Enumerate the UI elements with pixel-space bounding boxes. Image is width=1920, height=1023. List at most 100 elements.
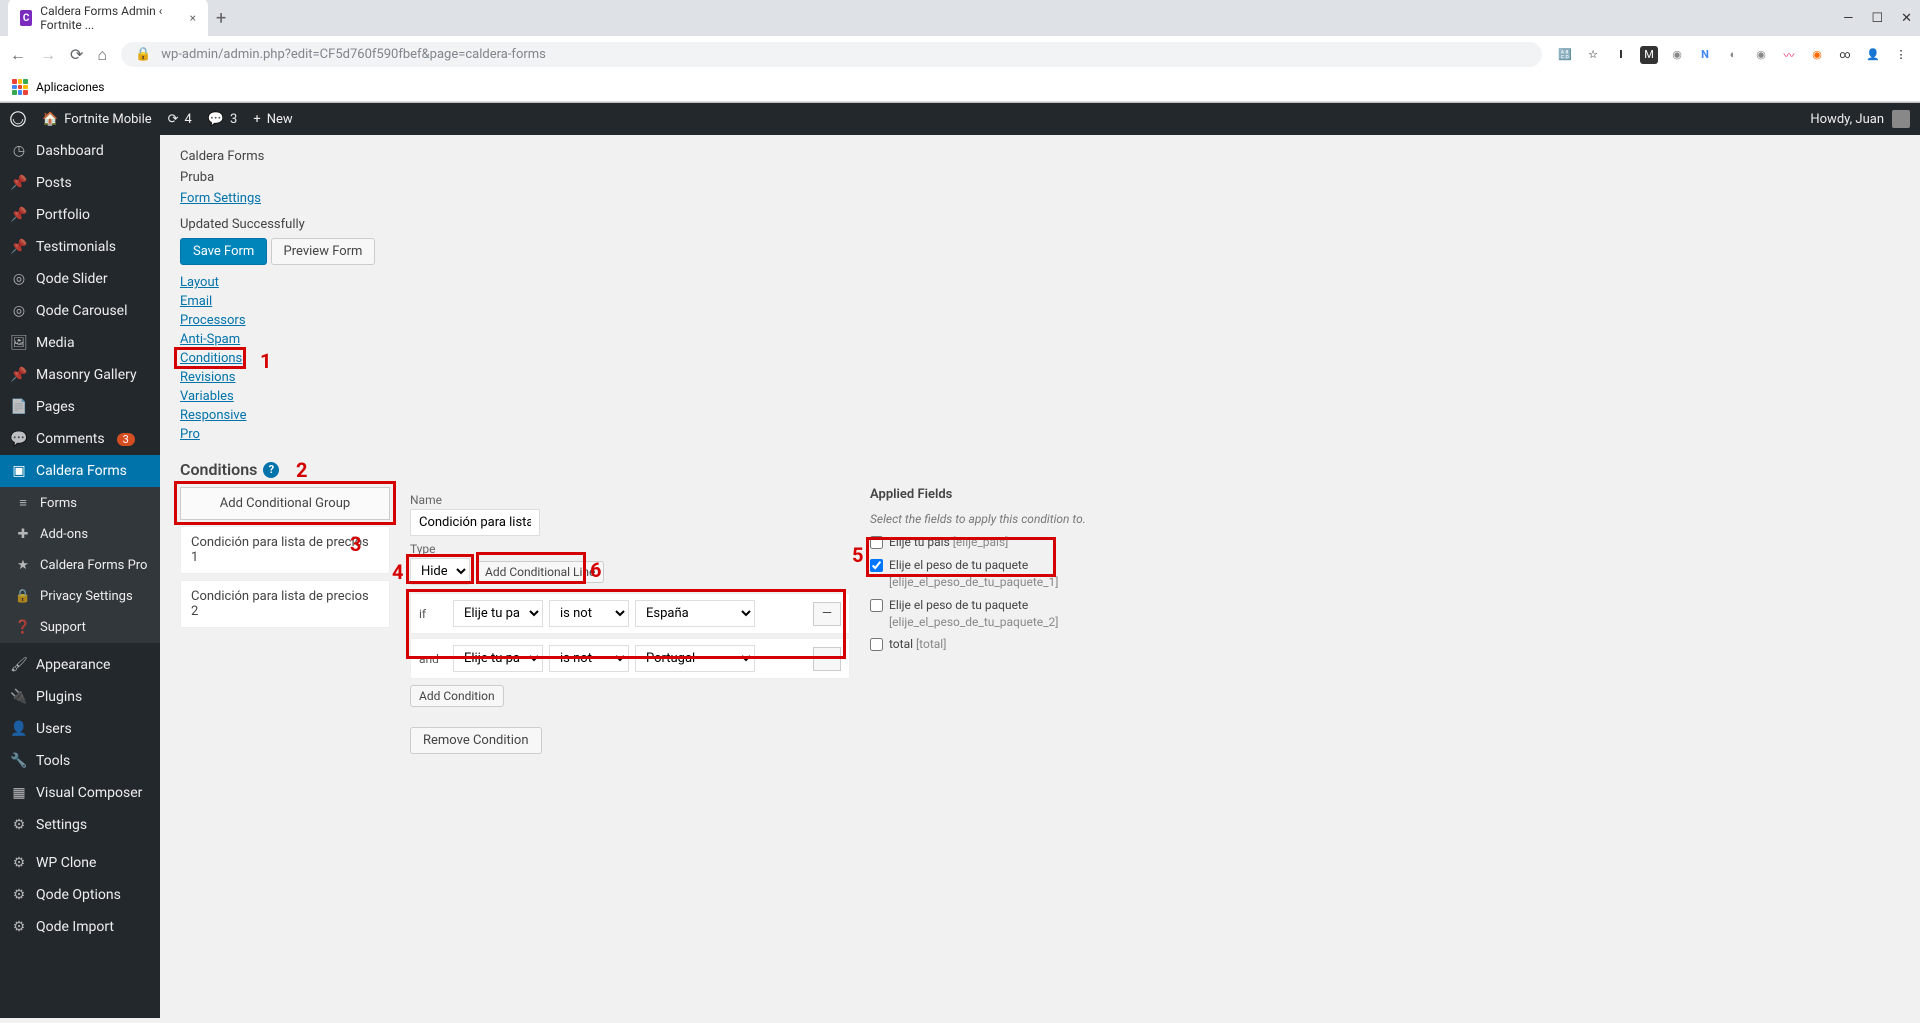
row-field-select[interactable]: Elije tu pais [eli	[453, 600, 543, 627]
reload-icon[interactable]: ⟳	[70, 45, 83, 64]
ext-icon[interactable]: ◉	[1668, 46, 1686, 64]
sidebar-item-appearance[interactable]: 🖌Appearance	[0, 649, 160, 681]
condition-name-input[interactable]	[410, 509, 540, 536]
add-conditional-line-button[interactable]: Add Conditional Line	[476, 561, 604, 583]
apps-icon[interactable]	[12, 79, 28, 95]
sidebar-item-portfolio[interactable]: 📌Portfolio	[0, 199, 160, 231]
tab-revisions[interactable]: Revisions	[180, 370, 235, 385]
tab-email[interactable]: Email	[180, 294, 212, 309]
sidebar-item-privacy-settings[interactable]: 🔒Privacy Settings	[0, 581, 160, 612]
row-remove-button[interactable]: —	[813, 647, 841, 671]
translate-icon[interactable]: 🔠	[1556, 46, 1574, 64]
add-conditional-group-button[interactable]: Add Conditional Group	[180, 487, 390, 520]
tab-pro[interactable]: Pro	[180, 427, 200, 442]
applied-field-checkbox[interactable]	[870, 638, 883, 651]
sidebar-item-testimonials[interactable]: 📌Testimonials	[0, 231, 160, 263]
applied-field-checkbox[interactable]	[870, 559, 883, 572]
star-icon[interactable]: ☆	[1584, 46, 1602, 64]
url-input[interactable]: 🔒 wp-admin/admin.php?edit=CF5d760f590fbe…	[121, 42, 1542, 67]
menu-icon[interactable]: ⋮	[1892, 46, 1910, 64]
row-field-select[interactable]: Elije tu pais [eli	[453, 645, 543, 672]
sidebar-item-qode-import[interactable]: ⚙Qode Import	[0, 911, 160, 943]
sidebar-item-caldera-forms[interactable]: ▣Caldera Forms	[0, 455, 160, 487]
condition-group-2[interactable]: Condición para lista de precios 2	[180, 580, 390, 628]
row-value-select[interactable]: Portugal	[635, 645, 755, 672]
sidebar-item-qode-carousel[interactable]: ◎Qode Carousel	[0, 295, 160, 327]
lock-icon: 🔒	[135, 47, 151, 62]
help-icon[interactable]: ?	[263, 462, 279, 478]
browser-tab[interactable]: C Caldera Forms Admin ‹ Fortnite ... ×	[8, 0, 208, 38]
new-tab-button[interactable]: +	[216, 8, 226, 29]
home-icon[interactable]: ⌂	[97, 45, 107, 65]
condition-group-1[interactable]: Condición para lista de precios 1	[180, 526, 390, 574]
close-window-icon[interactable]: ✕	[1901, 11, 1912, 26]
ext-icon[interactable]: ∞	[1836, 46, 1854, 64]
remove-condition-button[interactable]: Remove Condition	[410, 727, 542, 754]
sidebar-item-dashboard[interactable]: ◷Dashboard	[0, 135, 160, 167]
ext-icon[interactable]: N	[1696, 46, 1714, 64]
condition-type-select[interactable]: Hide	[410, 558, 470, 585]
tab-antispam[interactable]: Anti-Spam	[180, 332, 240, 347]
sidebar-item-wp-clone[interactable]: ⚙WP Clone	[0, 847, 160, 879]
new-link[interactable]: + New	[253, 112, 292, 127]
howdy-text[interactable]: Howdy, Juan	[1810, 112, 1884, 127]
menu-icon: 💬	[10, 431, 28, 447]
menu-label: Appearance	[36, 657, 110, 673]
sidebar-item-media[interactable]: 🖼Media	[0, 327, 160, 359]
applied-field-checkbox[interactable]	[870, 536, 883, 549]
user-avatar-icon[interactable]	[1892, 110, 1910, 128]
sidebar-item-posts[interactable]: 📌Posts	[0, 167, 160, 199]
preview-form-button[interactable]: Preview Form	[271, 238, 376, 265]
ext-icon[interactable]: I	[1612, 46, 1630, 64]
ext-icon[interactable]: M	[1640, 46, 1658, 64]
row-value-select[interactable]: España	[635, 600, 755, 627]
conditions-title: Conditions	[180, 460, 257, 479]
sidebar-item-qode-options[interactable]: ⚙Qode Options	[0, 879, 160, 911]
comments-link[interactable]: 💬 3	[208, 112, 238, 127]
sidebar-item-caldera-forms-pro[interactable]: ★Caldera Forms Pro	[0, 550, 160, 581]
save-form-button[interactable]: Save Form	[180, 238, 267, 265]
back-icon[interactable]: ←	[10, 45, 26, 65]
ext-icon[interactable]: ◉	[1808, 46, 1826, 64]
sidebar-item-forms[interactable]: ≡Forms	[0, 487, 160, 519]
menu-icon: 🖼	[10, 335, 28, 351]
row-op-select[interactable]: is not	[549, 645, 629, 672]
profile-avatar-icon[interactable]: 👤	[1864, 46, 1882, 64]
updates-link[interactable]: ⟳ 4	[168, 112, 192, 127]
tab-conditions[interactable]: Conditions	[180, 351, 242, 366]
tab-layout[interactable]: Layout	[180, 275, 219, 290]
site-link[interactable]: 🏠 Fortnite Mobile	[42, 112, 152, 127]
menu-label: Qode Import	[36, 919, 114, 935]
maximize-icon[interactable]: ☐	[1871, 11, 1883, 26]
add-condition-button[interactable]: Add Condition	[410, 685, 504, 707]
form-settings-link[interactable]: Form Settings	[180, 191, 261, 206]
sidebar-item-comments[interactable]: 💬Comments3	[0, 423, 160, 455]
sidebar-item-add-ons[interactable]: ✚Add-ons	[0, 519, 160, 550]
row-remove-button[interactable]: —	[813, 602, 841, 626]
sidebar-item-users[interactable]: 👤Users	[0, 713, 160, 745]
sidebar-item-pages[interactable]: 📄Pages	[0, 391, 160, 423]
tab-processors[interactable]: Processors	[180, 313, 246, 328]
sidebar-item-visual-composer[interactable]: ▦Visual Composer	[0, 777, 160, 809]
sidebar-item-plugins[interactable]: 🔌Plugins	[0, 681, 160, 713]
breadcrumb: Caldera Forms Pruba Form Settings	[180, 147, 1900, 209]
sidebar-item-tools[interactable]: 🔧Tools	[0, 745, 160, 777]
ext-icon[interactable]: 〰	[1780, 46, 1798, 64]
minimize-icon[interactable]: —	[1843, 11, 1853, 26]
ext-icon[interactable]: ◐	[1724, 46, 1742, 64]
applied-field-checkbox[interactable]	[870, 599, 883, 612]
forward-icon[interactable]: →	[40, 45, 56, 65]
tab-variables[interactable]: Variables	[180, 389, 234, 404]
sidebar-item-support[interactable]: ❓Support	[0, 612, 160, 643]
wp-logo-icon[interactable]	[10, 111, 26, 127]
menu-icon: 📄	[10, 399, 28, 415]
tab-responsive[interactable]: Responsive	[180, 408, 247, 423]
sidebar-item-masonry-gallery[interactable]: 📌Masonry Gallery	[0, 359, 160, 391]
row-op-select[interactable]: is not	[549, 600, 629, 627]
sidebar-item-qode-slider[interactable]: ◎Qode Slider	[0, 263, 160, 295]
sidebar-item-settings[interactable]: ⚙Settings	[0, 809, 160, 841]
bookmark-apps[interactable]: Aplicaciones	[36, 80, 104, 94]
tab-close-icon[interactable]: ×	[190, 11, 196, 25]
menu-icon: 🔒	[14, 589, 32, 604]
ext-icon[interactable]: ◉	[1752, 46, 1770, 64]
